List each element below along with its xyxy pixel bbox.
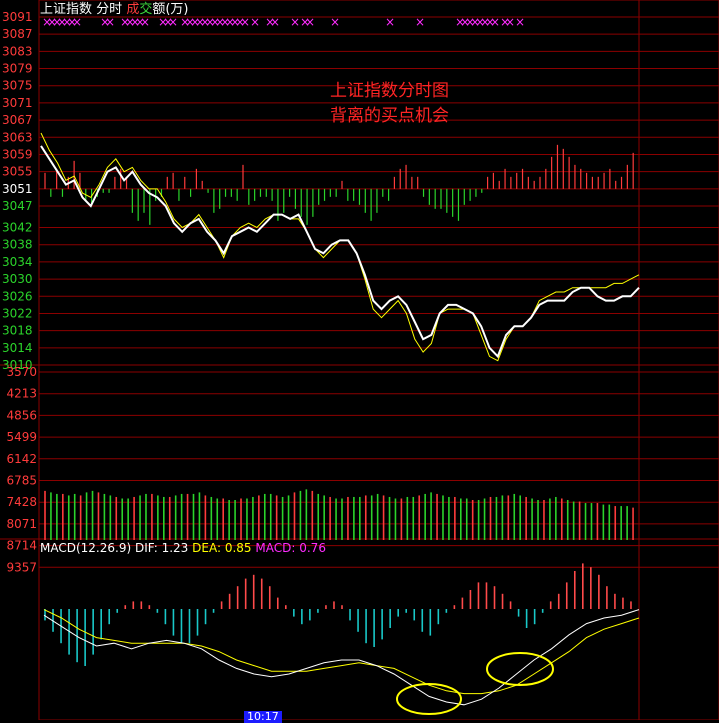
price-tick-label: 3018 [2, 324, 33, 338]
dif-line [43, 609, 640, 706]
price-tick-label: 3063 [2, 130, 33, 144]
price-tick-label: 3022 [2, 306, 33, 320]
price-tick-label: 3026 [2, 289, 33, 303]
volume-tick-label: 6142 [6, 452, 37, 466]
event-marker: × [415, 15, 425, 29]
price-tick-label: 3034 [2, 255, 33, 269]
macd-header: MACD(12.26.9) DIF: 1.23 DEA: 0.85 MACD: … [40, 541, 326, 555]
price-tick-label: 3091 [2, 10, 33, 24]
volume-tick-label: 6785 [6, 474, 37, 488]
macd-label: MACD: [255, 541, 296, 555]
price-tick-label: 3055 [2, 165, 33, 179]
divergence-highlight-ellipse [396, 683, 462, 715]
price-tick-label: 3051 [2, 182, 33, 196]
macd-title: MACD(12.26.9) [40, 541, 132, 555]
volume-tick-label: 4213 [6, 387, 37, 401]
volume-tick-label: 8714 [6, 539, 37, 553]
event-marker: × [240, 15, 250, 29]
event-marker: × [250, 15, 260, 29]
price-tick-label: 3075 [2, 79, 33, 93]
volume-tick-label: 8071 [6, 517, 37, 531]
price-series-line-1 [40, 145, 640, 359]
event-marker: × [505, 15, 515, 29]
volume-tick-label: 4856 [6, 408, 37, 422]
macd-value: 0.76 [299, 541, 326, 555]
annotation-line1: 上证指数分时图 [330, 81, 449, 101]
price-tick-label: 3042 [2, 221, 33, 235]
price-tick-label: 3047 [2, 199, 33, 213]
price-tick-label: 3079 [2, 62, 33, 76]
turnover-unit: (万) [165, 2, 189, 17]
chart-annotation: 上证指数分时图 背离的买点机会 [330, 79, 449, 129]
price-tick-label: 3030 [2, 272, 33, 286]
event-marker: × [305, 15, 315, 29]
price-tick-label: 3071 [2, 96, 33, 110]
event-marker: × [270, 15, 280, 29]
turnover-label-part3: 额 [152, 2, 166, 17]
price-tick-label: 3083 [2, 44, 33, 58]
cursor-time-badge: 10:17 [244, 711, 282, 723]
volume-tick-label: 9357 [6, 560, 37, 574]
event-marker: × [72, 15, 82, 29]
price-tick-label: 3067 [2, 113, 33, 127]
volume-tick-label: 3570 [6, 365, 37, 379]
dif-value: 1.23 [161, 541, 189, 555]
event-marker: × [290, 15, 300, 29]
turnover-label-part2: 交 [139, 2, 153, 17]
price-tick-label: 3038 [2, 238, 33, 252]
price-series-line-2 [40, 132, 640, 362]
price-tick-label: 3059 [2, 147, 33, 161]
event-marker: × [105, 15, 115, 29]
price-tick-label: 3087 [2, 27, 33, 41]
event-marker: × [385, 15, 395, 29]
dif-label: DIF: [134, 541, 158, 555]
event-marker: × [330, 15, 340, 29]
event-marker: × [140, 15, 150, 29]
turnover-label-part1: 成 [126, 2, 140, 17]
chart-header: 上证指数 分时 成交额(万) [40, 3, 189, 17]
divergence-highlight-ellipse [486, 652, 554, 686]
volume-tick-label: 7428 [6, 495, 37, 509]
dea-value: 0.85 [224, 541, 252, 555]
volume-tick-label: 5499 [6, 430, 37, 444]
index-name: 上证指数 [40, 2, 93, 17]
price-tick-label: 3014 [2, 341, 33, 355]
dea-label: DEA: [192, 541, 222, 555]
event-marker: × [490, 15, 500, 29]
event-marker: × [515, 15, 525, 29]
event-marker: × [168, 15, 178, 29]
chart-mode[interactable]: 分时 [96, 2, 122, 17]
annotation-line2: 背离的买点机会 [330, 106, 449, 126]
dea-line [43, 609, 640, 695]
